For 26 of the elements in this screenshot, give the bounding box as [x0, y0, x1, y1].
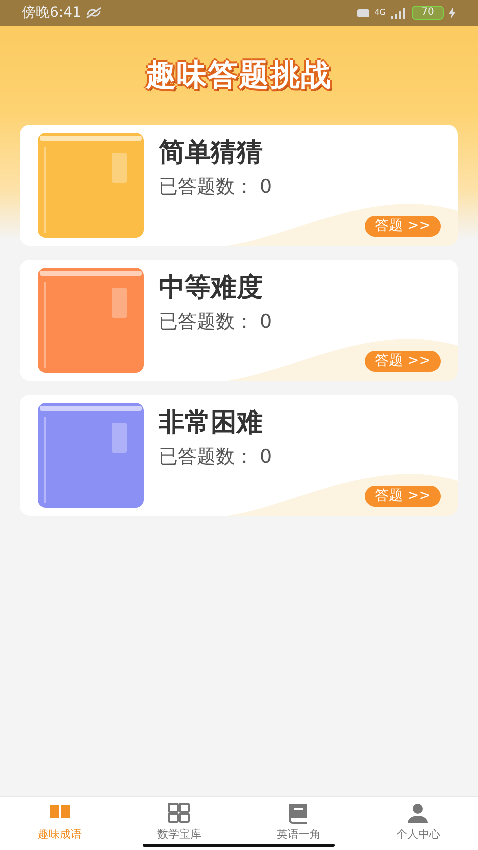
status-time: 傍晚6:41 — [22, 4, 82, 22]
sync-off-icon — [85, 7, 104, 19]
answer-button[interactable]: 答题 >> — [365, 216, 441, 237]
level-title: 非常困难 — [159, 407, 264, 439]
book-icon — [38, 133, 144, 238]
answer-button[interactable]: 答题 >> — [365, 486, 441, 507]
book-icon — [38, 403, 144, 508]
tab-item[interactable]: 英语一角 — [239, 797, 358, 850]
grid-icon — [167, 802, 192, 824]
battery-level: 70 — [412, 6, 444, 20]
network-label: 4G — [374, 9, 386, 17]
person-icon — [406, 802, 430, 824]
tab-item[interactable]: 趣味成语 — [0, 797, 120, 850]
tab-item[interactable]: 数学宝库 — [120, 797, 239, 850]
level-title: 简单猜猜 — [159, 137, 264, 169]
charging-icon — [449, 8, 456, 18]
book-icon — [38, 268, 144, 373]
answered-count: 已答题数： 0 — [159, 445, 272, 470]
signal-icon — [391, 8, 407, 18]
answer-button[interactable]: 答题 >> — [365, 351, 441, 372]
page-title: 趣味答题挑战 — [146, 57, 332, 95]
level-title: 中等难度 — [159, 272, 264, 304]
answered-count: 已答题数： 0 — [159, 175, 272, 200]
tab-item[interactable]: 个人中心 — [358, 797, 478, 850]
answered-count: 已答题数： 0 — [159, 310, 272, 335]
hd-icon — [356, 8, 370, 18]
